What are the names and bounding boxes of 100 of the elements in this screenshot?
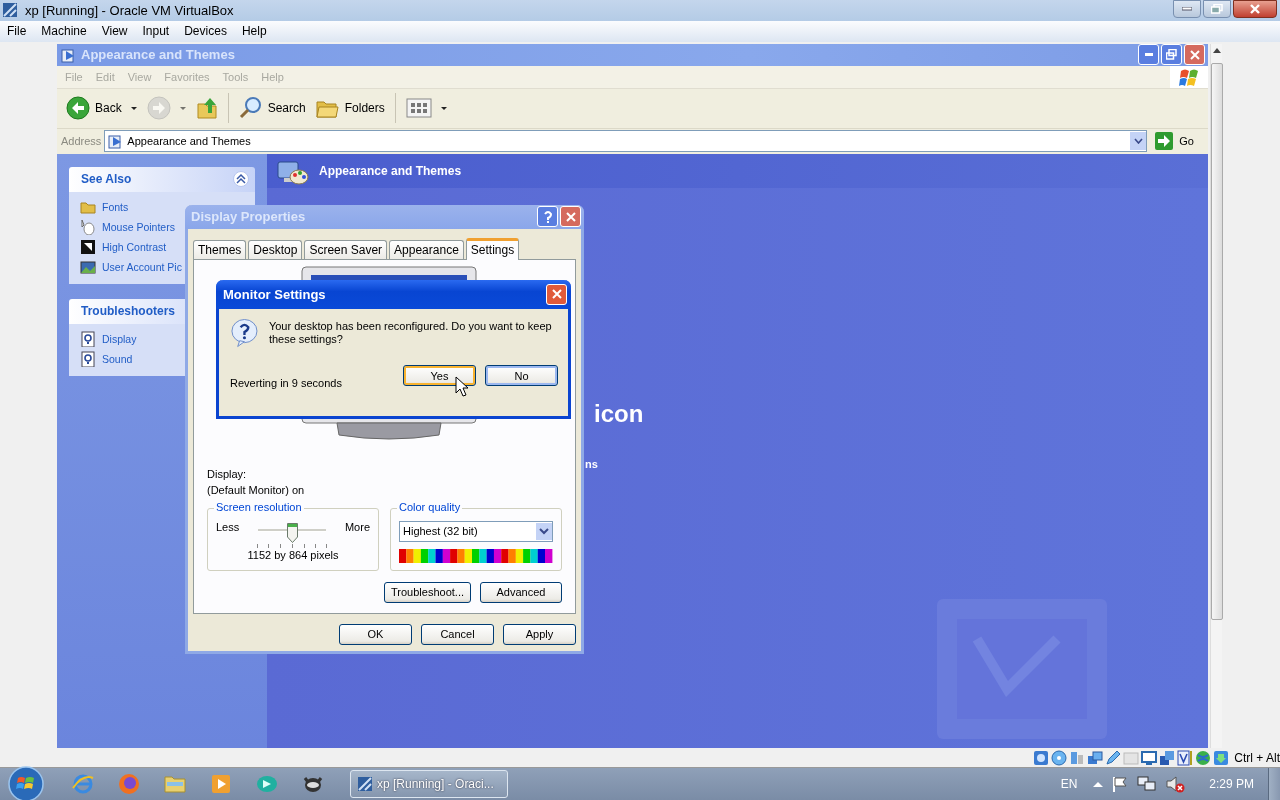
question-icon: [230, 316, 259, 349]
panel-button[interactable]: Troubleshoot...: [384, 581, 471, 603]
panel-button[interactable]: Advanced: [480, 581, 562, 603]
usb-icon[interactable]: [1069, 750, 1086, 766]
folders-button[interactable]: Folders: [312, 95, 388, 122]
countdown-text: Reverting in 9 seconds: [230, 376, 342, 389]
close-icon: [551, 289, 562, 300]
start-button[interactable]: [6, 768, 46, 800]
browser-e-icon: [71, 772, 95, 796]
network-icon[interactable]: [1137, 775, 1158, 793]
menu-item[interactable]: Devices: [184, 22, 235, 41]
tab[interactable]: Screen Saver: [304, 239, 388, 259]
pane-title: Troubleshooters: [81, 304, 175, 319]
windows-icon[interactable]: [1159, 750, 1176, 766]
menu-item[interactable]: Machine: [41, 22, 95, 41]
dialog-button[interactable]: Apply: [503, 623, 576, 645]
disc-icon[interactable]: [1051, 750, 1068, 766]
chevron-icon: [536, 522, 552, 540]
contrast-icon: [80, 238, 96, 255]
windows-logo-icon: [8, 766, 44, 800]
menu-item[interactable]: File: [7, 22, 35, 41]
caret-icon: [179, 106, 186, 110]
question-mark-icon: [542, 209, 553, 224]
display-label: Display:: [207, 466, 248, 482]
virtualbox-icon: [2, 2, 18, 19]
show-desktop-button[interactable]: [1268, 768, 1280, 800]
up-arrow-icon: [1212, 47, 1221, 53]
help-button[interactable]: [537, 206, 558, 228]
network-icon[interactable]: [1087, 750, 1104, 766]
tick-marks: [257, 543, 328, 548]
tab[interactable]: Appearance: [389, 239, 464, 259]
explorer-icon: [60, 46, 76, 63]
mouse-cursor-icon: [455, 375, 469, 397]
content-title: Appearance and Themes: [319, 163, 462, 178]
help-icon: [80, 330, 96, 347]
flag-icon[interactable]: [1111, 775, 1130, 793]
resolution-slider[interactable]: [257, 520, 328, 548]
content-text: ns: [585, 457, 598, 470]
dialog-button[interactable]: OK: [339, 623, 412, 645]
group-title: Color quality: [397, 500, 463, 513]
group-title: Screen resolution: [214, 500, 304, 513]
host-key-text: Ctrl + Alt: [1234, 751, 1280, 765]
window-title: Appearance and Themes: [81, 47, 236, 63]
slider-label: Less: [216, 520, 240, 533]
minimize-button[interactable]: [1173, 0, 1201, 18]
virtualbox-icon: [357, 776, 373, 792]
window-title: xp [Running] - Oracle VM VirtualBox: [25, 3, 235, 18]
speaker-muted-icon[interactable]: [1165, 775, 1186, 793]
dialog-button[interactable]: No: [485, 365, 558, 387]
slider-label: More: [344, 520, 370, 533]
close-icon: [1250, 4, 1260, 14]
display-icon[interactable]: [1141, 750, 1158, 766]
restore-button[interactable]: [1203, 0, 1231, 18]
tab[interactable]: Desktop: [248, 239, 303, 259]
scrollbar[interactable]: [1210, 43, 1222, 748]
show-hidden-icon[interactable]: [1093, 781, 1104, 787]
tab[interactable]: Settings: [465, 237, 520, 260]
page-icon: [107, 133, 124, 150]
dialog-button[interactable]: Yes: [403, 365, 476, 387]
pane-title: See Also: [81, 172, 132, 187]
address-label: Address: [61, 135, 102, 148]
message-text: Your desktop has been reconfigured. Do you want to keep these settings?: [268, 319, 553, 347]
dialog-title: Display Properties: [191, 209, 307, 225]
restore-icon: [1166, 49, 1177, 61]
color-quality-dropdown[interactable]: Highest (32 bit): [399, 520, 553, 542]
slider-thumb[interactable]: [287, 522, 299, 543]
dropdown-button[interactable]: [1130, 132, 1147, 151]
back-button[interactable]: Back: [63, 94, 140, 123]
globe-icon[interactable]: [1195, 750, 1212, 766]
close-button[interactable]: [1233, 0, 1277, 18]
download-icon[interactable]: [1213, 750, 1230, 766]
caret-icon: [440, 106, 447, 110]
close-icon: [565, 211, 576, 222]
pane-link[interactable]: Sound: [80, 350, 245, 367]
menu-item[interactable]: Help: [241, 22, 275, 41]
dialog-button[interactable]: Cancel: [421, 623, 494, 645]
display-value: (Default Monitor) on: [207, 482, 306, 498]
close-icon: [1189, 49, 1200, 60]
minimize-icon: [1144, 53, 1153, 57]
address-field[interactable]: Appearance and Themes: [104, 130, 1148, 153]
restore-icon: [1211, 4, 1223, 14]
content-text: icon: [594, 399, 644, 428]
help-icon: [80, 350, 96, 367]
media-player-icon: [209, 772, 233, 796]
resolution-reading: 1152 by 864 pixels: [246, 548, 340, 561]
go-button[interactable]: Go: [1149, 132, 1208, 151]
tab[interactable]: Themes: [193, 239, 247, 259]
mouse-icon: [80, 218, 96, 235]
up-folder-icon: [195, 96, 218, 121]
pane-link[interactable]: Display: [80, 330, 245, 347]
grid-icon: [405, 97, 432, 120]
menu-item[interactable]: View: [101, 22, 136, 41]
pane-link[interactable]: User Account Pic: [80, 258, 245, 275]
search-button[interactable]: Search: [235, 94, 309, 123]
menu-item[interactable]: Input: [142, 22, 178, 41]
landscape-icon: [80, 258, 96, 275]
collapse-icon: [233, 171, 249, 188]
chevron-icon: [1133, 138, 1143, 145]
go-arrow-icon: [1155, 132, 1174, 151]
search-icon: [238, 96, 263, 121]
